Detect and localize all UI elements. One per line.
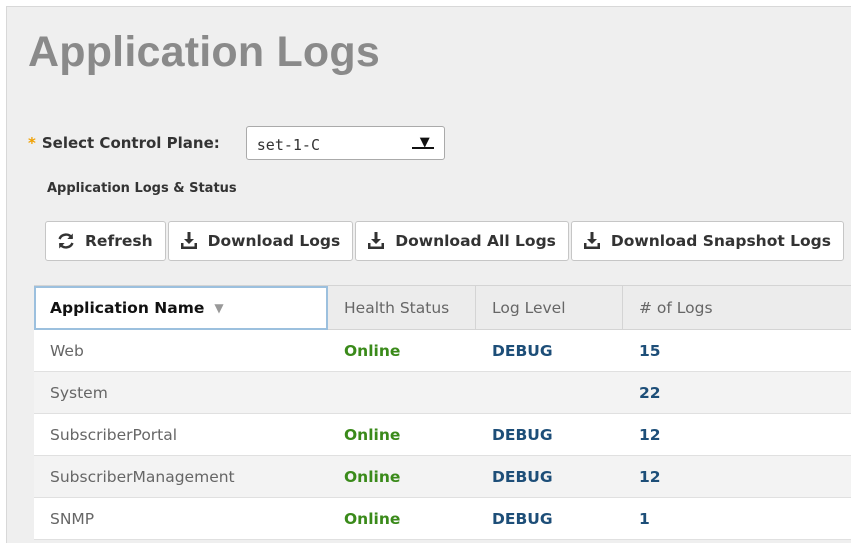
table-row[interactable]: System 22 (34, 372, 851, 414)
cell-log-count: 12 (639, 426, 661, 444)
table-row[interactable]: Web Online DEBUG 15 (34, 330, 851, 372)
cell-health-status (328, 372, 476, 414)
column-header-label: Health Status (344, 299, 450, 317)
control-plane-select[interactable]: set-1-C ▼ (245, 126, 445, 160)
column-header-label: Application Name (50, 299, 205, 317)
required-marker: * (28, 134, 36, 152)
column-header-log-level[interactable]: Log Level (476, 286, 623, 330)
dropdown-underline (411, 147, 434, 149)
cell-log-count: 12 (639, 468, 661, 486)
cell-application-name: System (50, 384, 108, 402)
cell-log-level: DEBUG (492, 468, 553, 486)
cell-log-count: 1 (639, 510, 650, 528)
refresh-button[interactable]: Refresh (45, 221, 166, 261)
table-row[interactable]: SubscriberManagement Online DEBUG 12 (34, 456, 851, 498)
toolbar: Refresh Download Logs Download All Logs … (45, 221, 846, 261)
cell-health-status: Online (344, 342, 401, 360)
control-plane-selected-value: set-1-C (256, 136, 320, 154)
download-logs-label: Download Logs (207, 232, 341, 250)
cell-health-status: Online (344, 468, 401, 486)
cell-application-name: SubscriberPortal (50, 426, 178, 444)
cell-health-status: Online (344, 510, 401, 528)
download-all-logs-button[interactable]: Download All Logs (355, 221, 569, 261)
cell-log-level: DEBUG (492, 510, 553, 528)
control-plane-label: Select Control Plane: (41, 134, 220, 152)
refresh-icon (58, 233, 74, 249)
cell-application-name: SNMP (50, 510, 95, 528)
download-logs-button[interactable]: Download Logs (167, 221, 354, 261)
column-header-application-name[interactable]: Application Name ▼ (34, 286, 328, 330)
download-icon (583, 232, 600, 249)
column-header-label: Log Level (492, 299, 566, 317)
cell-log-count: 15 (639, 342, 661, 360)
table-header: Application Name ▼ Health Status Log Lev… (34, 286, 851, 330)
cell-log-count: 22 (639, 384, 661, 402)
table-row[interactable]: SNMP Online DEBUG 1 (34, 498, 851, 540)
cell-log-level: DEBUG (492, 342, 553, 360)
cell-application-name: SubscriberManagement (50, 468, 235, 486)
download-snapshot-logs-label: Download Snapshot Logs (610, 232, 832, 250)
cell-log-level: DEBUG (492, 426, 553, 444)
download-snapshot-logs-button[interactable]: Download Snapshot Logs (570, 221, 845, 261)
column-header-log-count[interactable]: # of Logs (623, 286, 851, 330)
table-row[interactable]: SubscriberPortal Online DEBUG 12 (34, 414, 851, 456)
download-icon (368, 232, 385, 249)
cell-health-status: Online (344, 426, 401, 444)
page-title: Application Logs (28, 28, 380, 76)
application-logs-table: Application Name ▼ Health Status Log Lev… (34, 285, 851, 540)
download-all-logs-label: Download All Logs (395, 232, 556, 250)
cell-application-name: Web (50, 342, 84, 360)
cell-log-level (476, 372, 623, 414)
column-header-label: # of Logs (639, 299, 713, 317)
caret-down-icon: ▼ (214, 301, 224, 315)
download-icon (180, 232, 197, 249)
refresh-label: Refresh (85, 232, 153, 250)
control-plane-row: * Select Control Plane: set-1-C ▼ (28, 126, 445, 160)
section-title: Application Logs & Status (47, 181, 237, 196)
column-header-health-status[interactable]: Health Status (328, 286, 476, 330)
